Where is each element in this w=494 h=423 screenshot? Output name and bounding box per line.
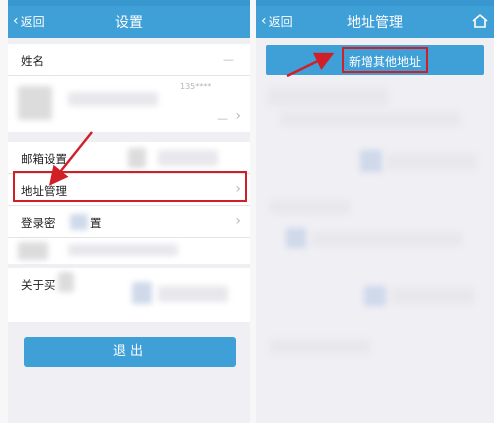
status-bar xyxy=(8,0,250,6)
menu-item-label: 登录密 xyxy=(21,216,56,230)
name-label: 姓名 xyxy=(21,54,44,68)
redacted-block xyxy=(158,150,218,166)
phone-row-dash: — xyxy=(217,112,228,125)
redacted-block xyxy=(68,244,178,256)
redacted-block xyxy=(58,272,74,292)
redacted-block xyxy=(18,242,48,260)
settings-navbar: ‹ 返回 设置 xyxy=(8,0,250,38)
about-group: 关于买 xyxy=(8,268,250,322)
settings-menu: 邮箱设置 地址管理 › 登录密 置 › xyxy=(8,142,250,264)
menu-item-label: 关于买 xyxy=(21,278,56,292)
chevron-right-icon: › xyxy=(235,213,241,229)
home-icon[interactable] xyxy=(471,13,489,29)
page-title: 地址管理 xyxy=(347,15,403,31)
redacted-block xyxy=(158,286,228,302)
redacted-address xyxy=(268,88,388,106)
page-title: 设置 xyxy=(115,15,143,31)
logout-button[interactable]: 退出 xyxy=(24,337,236,367)
redacted-block xyxy=(364,286,386,306)
redacted-address xyxy=(392,288,474,304)
chevron-right-icon: › xyxy=(235,181,241,197)
redacted-address xyxy=(280,112,460,126)
address-management-screen: ‹ 返回 地址管理 新增其他地址 xyxy=(256,0,494,423)
name-row[interactable]: 姓名 — xyxy=(8,44,250,76)
menu-item-address[interactable]: 地址管理 › xyxy=(8,174,250,206)
redacted-block xyxy=(286,228,306,248)
menu-item-login-password[interactable]: 登录密 置 › xyxy=(8,206,250,238)
menu-item-label-suffix: 置 xyxy=(90,216,102,230)
redacted-block xyxy=(128,148,146,168)
redacted-block xyxy=(70,214,88,230)
redacted-row xyxy=(8,238,250,264)
composite-tutorial-screenshot: ‹ 返回 设置 姓名 — 135**** — › 邮箱设置 地址管理 › 登录密… xyxy=(0,0,494,423)
add-address-button[interactable]: 新增其他地址 xyxy=(266,45,484,75)
redacted-block xyxy=(132,282,152,304)
settings-screen: ‹ 返回 设置 姓名 — 135**** — › 邮箱设置 地址管理 › 登录密… xyxy=(8,0,250,423)
phone-number: 135**** xyxy=(180,82,212,91)
menu-item-about[interactable]: 关于买 xyxy=(8,268,250,304)
redacted-text xyxy=(68,92,158,106)
status-bar xyxy=(256,0,494,6)
redacted-address xyxy=(270,340,370,354)
chevron-right-icon: › xyxy=(235,108,241,124)
menu-item-label: 地址管理 xyxy=(21,184,67,198)
redacted-address xyxy=(270,200,350,214)
add-address-label[interactable]: 新增其他地址 xyxy=(342,47,428,73)
phone-row[interactable]: 135**** — › xyxy=(8,76,250,132)
menu-item-email[interactable]: 邮箱设置 xyxy=(8,142,250,174)
address-navbar: ‹ 返回 地址管理 xyxy=(256,0,494,38)
menu-item-label: 邮箱设置 xyxy=(21,152,67,166)
redacted-address xyxy=(386,154,476,170)
redacted-block xyxy=(360,150,382,172)
redacted-avatar xyxy=(18,86,52,120)
profile-group: 姓名 — 135**** — › xyxy=(8,44,250,132)
name-value: — xyxy=(223,53,234,66)
redacted-address xyxy=(312,232,462,246)
